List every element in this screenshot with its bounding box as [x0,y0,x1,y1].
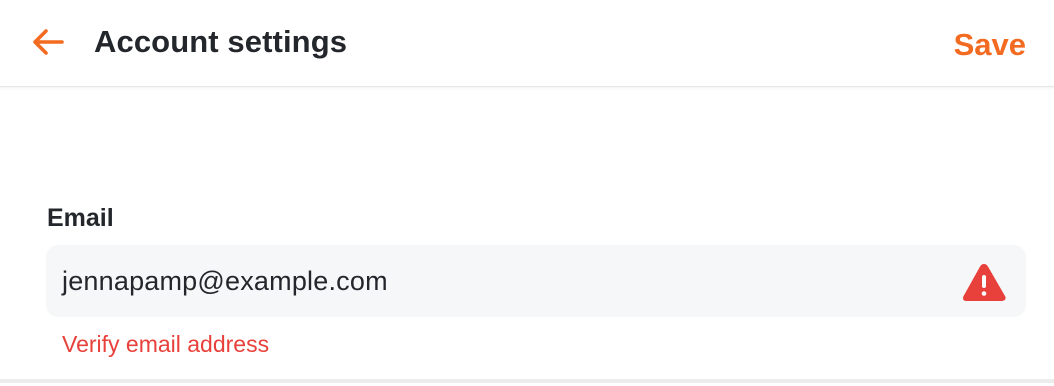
warning-triangle-icon [963,264,1006,301]
arrow-left-icon [33,29,64,55]
section-divider [0,379,1054,383]
email-field[interactable]: jennapamp@example.com [46,245,1026,317]
email-error-message: Verify email address [62,331,270,357]
account-settings-screen: Account settings Save Email jennapamp@ex… [0,0,1054,386]
back-button[interactable] [28,22,68,62]
page-title: Account settings [94,24,348,59]
email-label: Email [47,204,114,232]
top-app-bar: Account settings Save [0,0,1054,87]
save-button[interactable]: Save [954,22,1026,68]
email-value[interactable]: jennapamp@example.com [62,245,388,317]
